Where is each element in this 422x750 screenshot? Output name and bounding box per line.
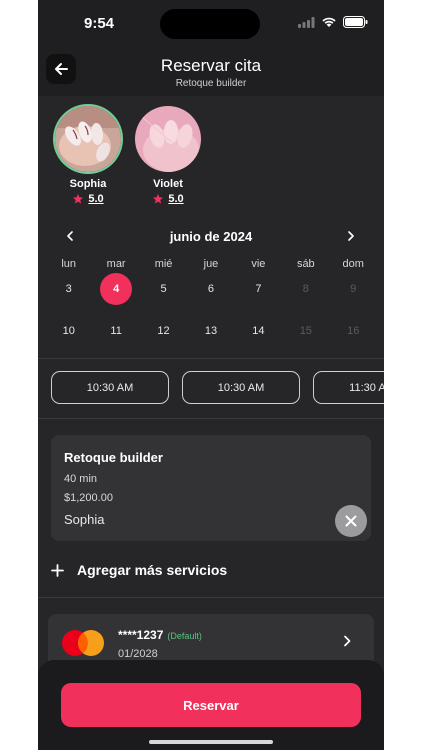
remove-service-button[interactable]	[335, 505, 367, 537]
card-number: ****1237 (Default)	[118, 628, 202, 642]
booking-content: Sophia 5.0 Violet 5.0 junio de 2024 lun …	[38, 96, 384, 750]
stylist-avatar	[135, 106, 201, 172]
mastercard-icon	[62, 630, 104, 656]
page-title: Reservar cita	[160, 56, 262, 75]
stylist-name: Violet	[153, 178, 183, 190]
weekday-label: vie	[251, 258, 266, 270]
status-bar: 9:54	[38, 0, 384, 46]
battery-icon	[343, 15, 368, 33]
weekday-label: mar	[106, 258, 126, 270]
plus-icon	[51, 563, 64, 577]
card-expiry: 01/2028	[118, 648, 158, 660]
stylist-rating: 5.0	[53, 193, 123, 205]
weekday-label: sáb	[296, 258, 315, 270]
weekday-label: dom	[342, 258, 364, 270]
weekday-label: jue	[203, 258, 219, 270]
rating-value[interactable]: 5.0	[168, 193, 183, 205]
time-slot-button[interactable]: 10:30 AM	[51, 371, 169, 404]
selected-day-number: 4	[100, 273, 133, 305]
calendar-day[interactable]: 6	[187, 273, 234, 305]
calendar-day[interactable]: 11	[92, 315, 139, 347]
page-subtitle: Retoque builder	[175, 78, 247, 89]
home-indicator	[149, 740, 273, 744]
calendar-header: junio de 2024	[38, 226, 384, 248]
service-price: $1,200.00	[64, 492, 113, 504]
calendar-day-disabled: 15	[299, 325, 312, 337]
rating-value[interactable]: 5.0	[88, 193, 103, 205]
time-slot-list: 10:30 AM 10:30 AM 11:30 AM	[51, 371, 384, 404]
calendar-day-disabled: 9	[350, 283, 357, 295]
weekday-label: lun	[61, 258, 77, 270]
stylist-violet[interactable]: Violet 5.0	[133, 106, 203, 205]
payment-chevron	[342, 634, 352, 652]
wifi-icon	[321, 15, 337, 33]
time-slot-button[interactable]: 11:30 AM	[313, 371, 384, 404]
stylist-rating: 5.0	[133, 193, 203, 205]
time-slot-button[interactable]: 10:30 AM	[182, 371, 300, 404]
status-time: 9:54	[84, 15, 115, 32]
calendar-day[interactable]: 12	[140, 315, 187, 347]
service-card: Retoque builder 40 min $1,200.00 Sophia	[51, 435, 371, 541]
service-duration: 40 min	[64, 473, 98, 485]
calendar-day-disabled: 8	[302, 283, 309, 295]
calendar-day[interactable]: 5	[140, 273, 187, 305]
calendar-day-selected[interactable]: 4	[92, 273, 139, 305]
calendar-day[interactable]: 7	[235, 273, 282, 305]
star-icon	[73, 194, 84, 204]
next-month-button[interactable]	[343, 228, 359, 244]
calendar-week-1: 3 4 5 6 7 8 9	[45, 273, 377, 305]
status-icons	[298, 15, 368, 33]
weekday-row: lun mar mié jue vie sáb dom	[45, 258, 377, 270]
calendar-week-2: 10 11 12 13 14 15 16	[45, 315, 377, 347]
phone-screen: 9:54 Reservar cita Retoque builder Sophi…	[38, 0, 384, 750]
calendar-day-disabled: 16	[347, 325, 360, 337]
default-badge: (Default)	[167, 631, 202, 641]
stylist-name: Sophia	[69, 178, 107, 190]
stylist-avatar	[55, 106, 121, 172]
stylist-sophia[interactable]: Sophia 5.0	[53, 106, 123, 205]
bottom-action-bar: Reservar	[38, 660, 384, 750]
divider	[38, 358, 384, 359]
chevron-right-icon	[348, 231, 354, 241]
calendar-day[interactable]: 10	[45, 315, 92, 347]
month-label: junio de 2024	[169, 229, 253, 244]
service-stylist: Sophia	[64, 512, 105, 527]
weekday-label: mié	[154, 258, 173, 270]
signal-icon	[298, 15, 315, 33]
card-number-text: ****1237	[118, 628, 164, 642]
close-icon	[345, 515, 357, 527]
divider	[38, 597, 384, 598]
add-services-button[interactable]: Agregar más servicios	[51, 562, 227, 578]
add-services-label: Agregar más servicios	[77, 562, 228, 578]
divider	[38, 418, 384, 419]
screen-header: Reservar cita Retoque builder	[38, 46, 384, 96]
calendar-day[interactable]: 14	[235, 315, 282, 347]
star-icon	[153, 194, 164, 204]
service-name: Retoque builder	[64, 450, 163, 465]
calendar-day[interactable]: 3	[45, 273, 92, 305]
reserve-button[interactable]: Reservar	[61, 683, 361, 727]
dynamic-island	[160, 9, 260, 39]
chevron-right-icon	[344, 635, 351, 647]
calendar-day[interactable]: 13	[187, 315, 234, 347]
